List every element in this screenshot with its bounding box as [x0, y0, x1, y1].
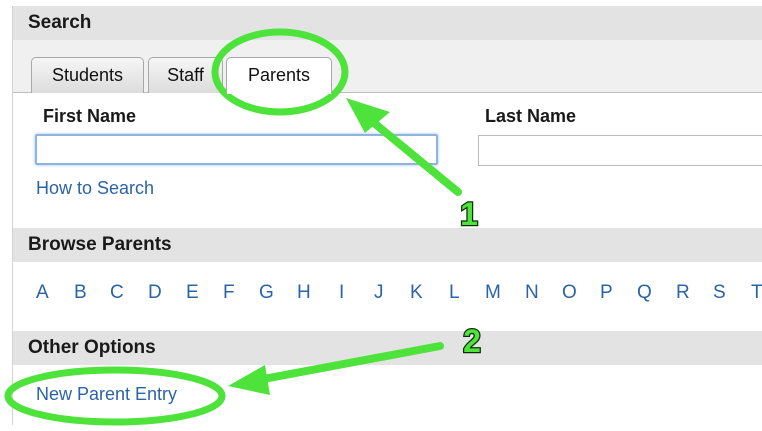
search-header: Search	[13, 6, 762, 40]
other-options-header: Other Options	[13, 331, 762, 365]
tab-students[interactable]: Students	[31, 57, 144, 93]
letter-l-link[interactable]: L	[449, 282, 460, 304]
letter-k-link[interactable]: K	[410, 282, 423, 304]
new-parent-entry-link[interactable]: New Parent Entry	[36, 384, 177, 405]
first-name-label: First Name	[43, 106, 137, 126]
first-name-input[interactable]	[35, 134, 438, 165]
how-to-search-link[interactable]: How to Search	[36, 178, 154, 199]
tab-staff-label: Staff	[167, 65, 204, 85]
letter-q-link[interactable]: Q	[637, 282, 652, 304]
search-title: Search	[28, 12, 92, 33]
other-options-title: Other Options	[28, 337, 156, 358]
letter-c-link[interactable]: C	[110, 282, 124, 304]
tab-parents[interactable]: Parents	[226, 57, 332, 94]
letter-p-link[interactable]: P	[600, 282, 613, 304]
letter-b-link[interactable]: B	[74, 282, 87, 304]
letter-h-link[interactable]: H	[297, 282, 311, 304]
letter-s-link[interactable]: S	[713, 282, 726, 304]
tab-students-label: Students	[51, 65, 124, 85]
letter-n-link[interactable]: N	[525, 282, 539, 304]
browse-parents-title: Browse Parents	[28, 234, 172, 255]
letter-j-link[interactable]: J	[374, 282, 384, 304]
browse-parents-header: Browse Parents	[13, 228, 762, 262]
last-name-label: Last Name	[485, 106, 577, 126]
alphabet-browse: A B C D E F G H I J K L M N O P Q R S T	[36, 282, 762, 306]
letter-r-link[interactable]: R	[676, 282, 690, 304]
letter-o-link[interactable]: O	[562, 282, 577, 304]
letter-a-link[interactable]: A	[36, 282, 49, 304]
letter-t-link[interactable]: T	[751, 282, 762, 304]
tab-staff[interactable]: Staff	[148, 57, 223, 93]
letter-i-link[interactable]: I	[339, 282, 344, 304]
last-name-input[interactable]	[478, 135, 762, 166]
letter-g-link[interactable]: G	[259, 282, 274, 304]
letter-f-link[interactable]: F	[223, 282, 235, 304]
tab-parents-label: Parents	[247, 65, 311, 85]
letter-e-link[interactable]: E	[186, 282, 199, 304]
letter-m-link[interactable]: M	[485, 282, 501, 304]
letter-d-link[interactable]: D	[148, 282, 162, 304]
